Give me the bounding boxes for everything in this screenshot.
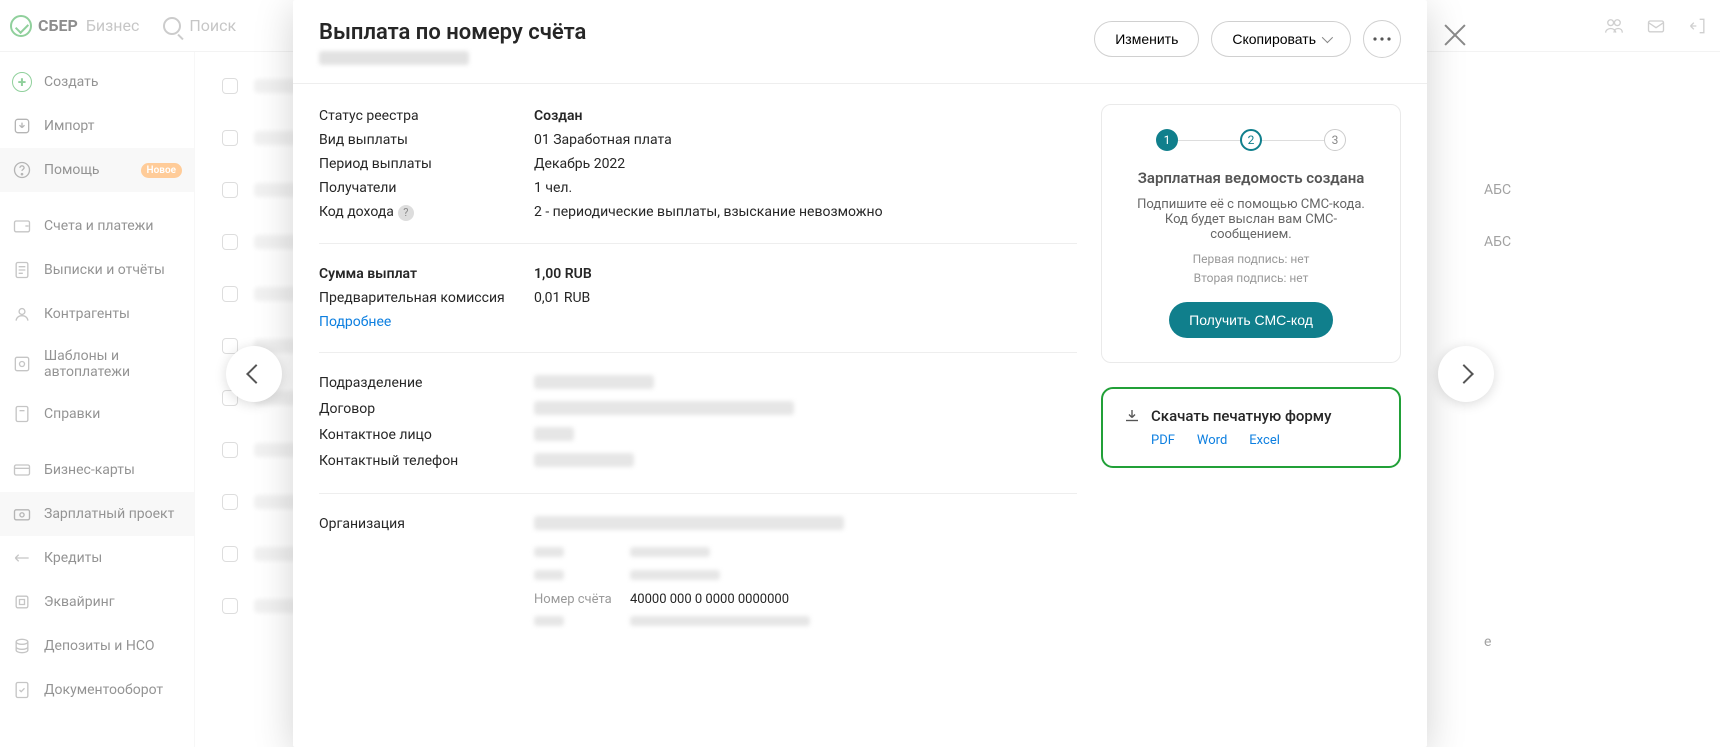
modal-body: Статус реестраСоздан Вид выплаты01 Зараб… xyxy=(293,84,1427,658)
acct-key: Номер счёта xyxy=(534,592,630,607)
modal-subtitle-redacted xyxy=(319,51,469,65)
more-button[interactable] xyxy=(1363,20,1401,58)
kv-val-redacted xyxy=(534,427,1077,445)
kv-val: 0,01 RUB xyxy=(534,290,1077,306)
status-title: Зарплатная ведомость создана xyxy=(1124,169,1378,187)
kv-val: 2 - периодические выплаты, взыскание нев… xyxy=(534,204,1077,221)
kv-key: Организация xyxy=(319,516,534,534)
close-button[interactable] xyxy=(1438,18,1472,52)
more-icon xyxy=(1373,37,1391,41)
prev-arrow[interactable] xyxy=(226,346,282,402)
modal-left: Статус реестраСоздан Вид выплаты01 Зараб… xyxy=(319,104,1077,638)
status-desc: Подпишите её с помощью СМС-кода. Код буд… xyxy=(1124,197,1378,242)
status-sign2: Вторая подпись: нет xyxy=(1124,269,1378,288)
download-pdf[interactable]: PDF xyxy=(1151,433,1175,448)
modal-header: Выплата по номеру счёта Изменить Скопиро… xyxy=(293,0,1427,84)
download-excel[interactable]: Excel xyxy=(1249,433,1280,448)
kv-val: 1,00 RUB xyxy=(534,266,1077,282)
copy-label: Скопировать xyxy=(1232,31,1316,47)
kv-key: Период выплаты xyxy=(319,156,534,172)
kv-key: Получатели xyxy=(319,180,534,196)
modal-right: 1 2 3 Зарплатная ведомость создана Подпи… xyxy=(1101,104,1401,638)
step-3: 3 xyxy=(1324,129,1346,151)
kv-key: Предварительная комиссия xyxy=(319,290,534,306)
status-sign1: Первая подпись: нет xyxy=(1124,250,1378,269)
acct-val: 40000 000 0 0000 0000000 xyxy=(630,592,789,607)
stepper: 1 2 3 xyxy=(1124,129,1378,151)
kv-val-redacted xyxy=(534,375,1077,393)
edit-label: Изменить xyxy=(1115,31,1178,47)
status-card: 1 2 3 Зарплатная ведомость создана Подпи… xyxy=(1101,104,1401,363)
download-card: Скачать печатную форму PDF Word Excel xyxy=(1101,387,1401,468)
help-tooltip-icon[interactable]: ? xyxy=(398,205,414,221)
download-title: Скачать печатную форму xyxy=(1151,407,1331,425)
kv-val-redacted xyxy=(534,516,1077,534)
step-2: 2 xyxy=(1240,129,1262,151)
kv-key: Сумма выплат xyxy=(319,266,534,282)
kv-key: Статус реестра xyxy=(319,108,534,124)
edit-button[interactable]: Изменить xyxy=(1094,21,1199,57)
close-icon xyxy=(1438,18,1472,52)
kv-key: Контактный телефон xyxy=(319,453,534,471)
step-1: 1 xyxy=(1156,129,1178,151)
download-icon xyxy=(1123,407,1141,425)
kv-val-redacted xyxy=(534,453,1077,471)
get-sms-button[interactable]: Получить СМС-код xyxy=(1169,302,1333,338)
copy-button[interactable]: Скопировать xyxy=(1211,21,1351,57)
chevron-down-icon xyxy=(1322,32,1333,43)
kv-val: Декабрь 2022 xyxy=(534,156,1077,172)
kv-val: 1 чел. xyxy=(534,180,1077,196)
kv-key: Контактное лицо xyxy=(319,427,534,445)
kv-val: Создан xyxy=(534,108,1077,124)
kv-val: 01 Заработная плата xyxy=(534,132,1077,148)
kv-key: Код дохода? xyxy=(319,204,534,221)
next-arrow[interactable] xyxy=(1438,346,1494,402)
kv-key: Вид выплаты xyxy=(319,132,534,148)
chevron-right-icon xyxy=(1454,364,1474,384)
kv-key: Договор xyxy=(319,401,534,419)
modal-title: Выплата по номеру счёта xyxy=(319,20,586,45)
kv-val-redacted xyxy=(534,401,1077,419)
download-word[interactable]: Word xyxy=(1197,433,1227,448)
modal: Выплата по номеру счёта Изменить Скопиро… xyxy=(293,0,1427,747)
chevron-left-icon xyxy=(246,364,266,384)
more-link[interactable]: Подробнее xyxy=(319,314,391,330)
kv-key: Подразделение xyxy=(319,375,534,393)
